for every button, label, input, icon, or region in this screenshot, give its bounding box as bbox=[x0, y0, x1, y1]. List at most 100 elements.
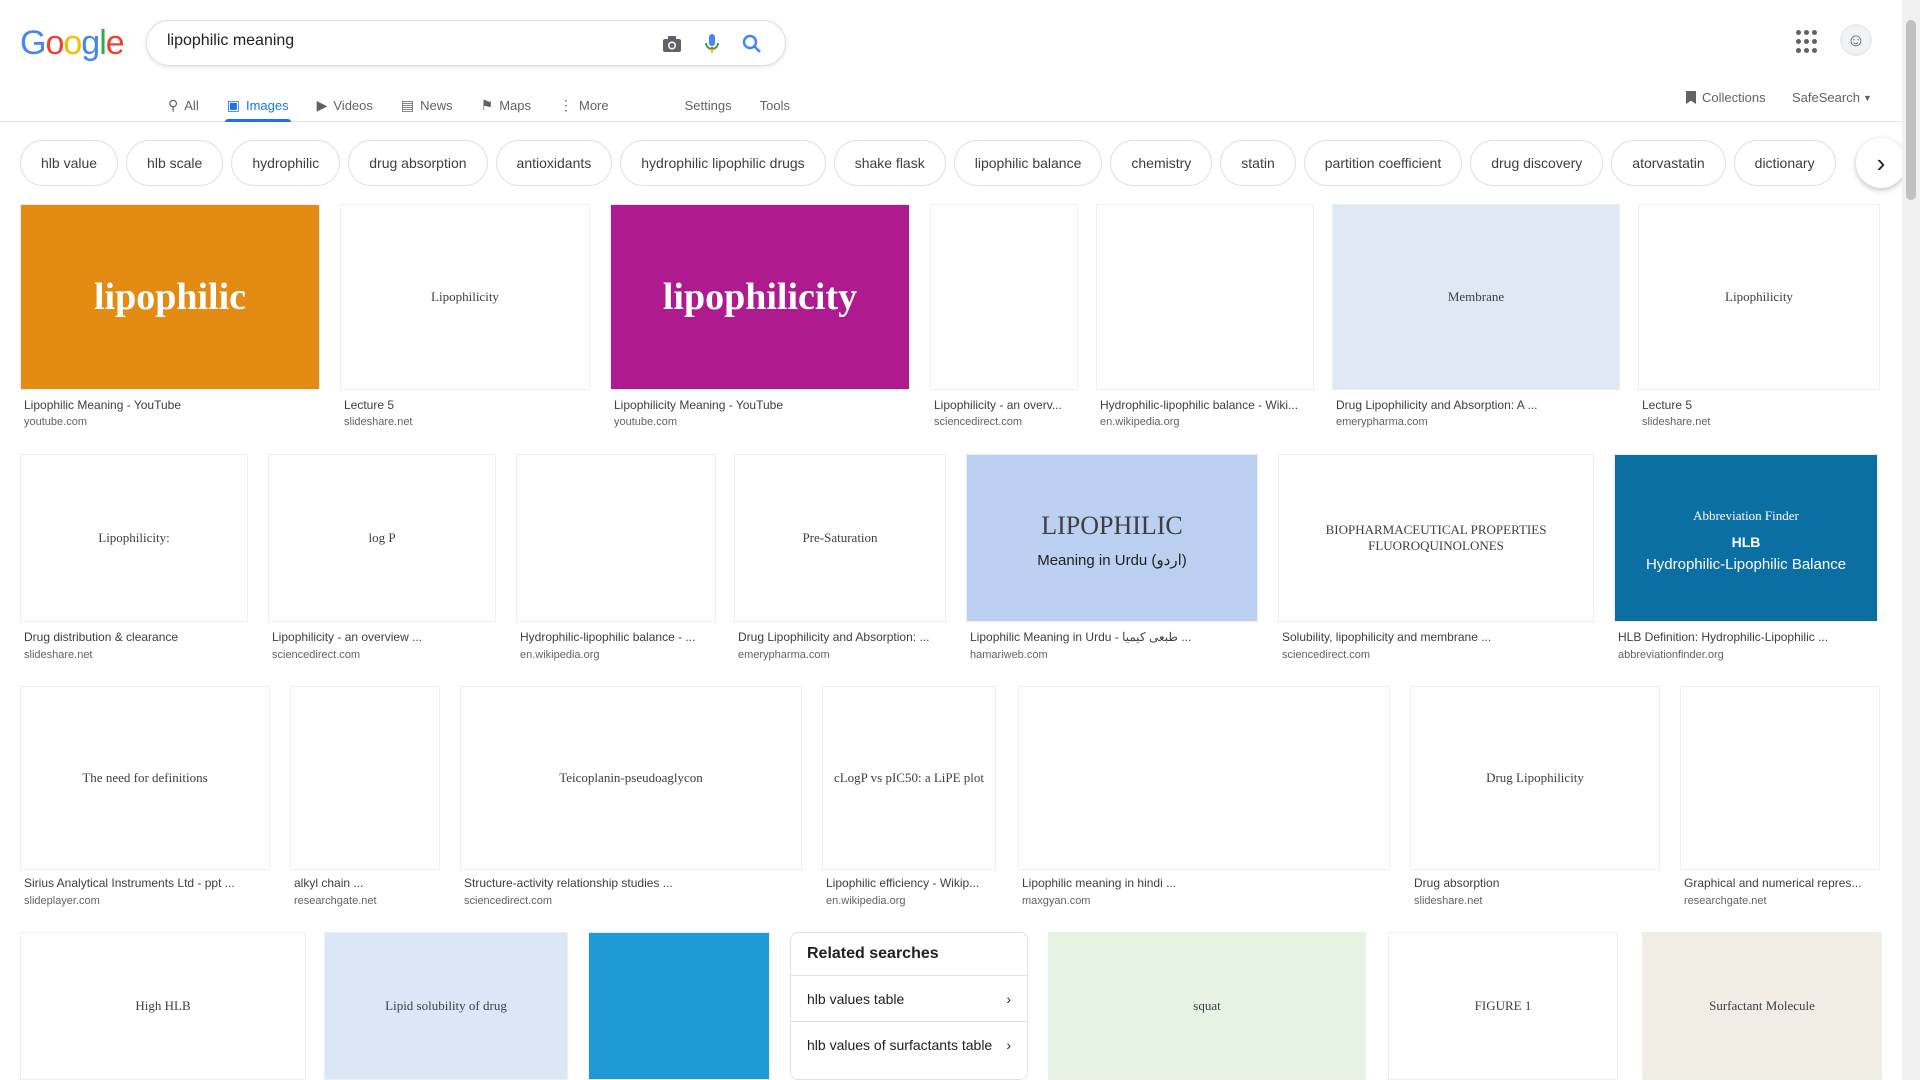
result-title[interactable]: Lipophilic meaning in hindi ... bbox=[1022, 876, 1386, 890]
image-result[interactable]: Hydrophilic-lipophilic balance - ... en.w… bbox=[516, 454, 716, 673]
related-search-item[interactable]: hlb values table › bbox=[791, 975, 1027, 1021]
image-result[interactable]: Lipophilic meaning in hindi ... maxgyan.c… bbox=[1018, 686, 1390, 919]
image-result[interactable]: cLogP vs pIC50: a LiPE plot Lipophilic ef… bbox=[822, 686, 996, 919]
result-thumbnail[interactable]: squat bbox=[1048, 932, 1366, 1080]
image-result[interactable]: Pre-Saturation Drug Lipophilicity and Abs… bbox=[734, 454, 946, 673]
chip[interactable]: hlb scale bbox=[126, 140, 224, 186]
tab-maps[interactable]: ⚑ Maps bbox=[479, 88, 533, 122]
image-result[interactable]: Drug Lipophilicity Drug absorption slidesh… bbox=[1410, 686, 1660, 919]
result-title[interactable]: Drug distribution & clearance bbox=[24, 630, 244, 644]
result-title[interactable]: Solubility, lipophilicity and membrane .… bbox=[1282, 630, 1590, 644]
result-title[interactable]: Drug absorption bbox=[1414, 876, 1656, 890]
search-box[interactable] bbox=[146, 20, 786, 66]
result-thumbnail[interactable]: Surfactant Molecule bbox=[1642, 932, 1882, 1080]
image-result[interactable]: Surfactant Molecule bbox=[1642, 932, 1882, 1080]
result-thumbnail[interactable] bbox=[516, 454, 716, 622]
chip[interactable]: drug discovery bbox=[1470, 140, 1604, 186]
result-thumbnail[interactable] bbox=[930, 204, 1078, 390]
tab-videos[interactable]: ▶ Videos bbox=[315, 88, 375, 122]
image-result[interactable]: log P Lipophilicity - an overview ... scie… bbox=[268, 454, 496, 673]
result-thumbnail[interactable]: Lipophilicity bbox=[340, 204, 590, 390]
image-result[interactable]: Lipophilicity Lecture 5 slideshare.net bbox=[1638, 204, 1880, 440]
result-title[interactable]: HLB Definition: Hydrophilic-Lipophilic .… bbox=[1618, 630, 1874, 644]
chip[interactable]: statin bbox=[1220, 140, 1296, 186]
result-thumbnail[interactable]: Membrane bbox=[1332, 204, 1620, 390]
image-result[interactable]: FIGURE 1 bbox=[1388, 932, 1618, 1080]
result-thumbnail[interactable]: lipophilicity bbox=[610, 204, 910, 390]
chip[interactable]: shake flask bbox=[833, 140, 946, 186]
image-result[interactable]: Teicoplanin-pseudoaglycon Structure-activ… bbox=[460, 686, 802, 919]
result-thumbnail[interactable]: BIOPHARMACEUTICAL PROPERTIES FLUOROQUINO… bbox=[1278, 454, 1594, 622]
safesearch-menu[interactable]: SafeSearch ▼ bbox=[1792, 90, 1872, 105]
image-result[interactable]: BIOPHARMACEUTICAL PROPERTIES FLUOROQUINO… bbox=[1278, 454, 1594, 673]
image-result[interactable]: lipophilicity Lipophilicity Meaning - You… bbox=[610, 204, 910, 440]
result-thumbnail[interactable]: Abbreviation Finder HLB Hydrophilic-Lipoph… bbox=[1614, 454, 1878, 622]
search-input[interactable] bbox=[167, 32, 627, 50]
result-thumbnail[interactable]: Drug Lipophilicity bbox=[1410, 686, 1660, 870]
result-thumbnail[interactable]: cLogP vs pIC50: a LiPE plot bbox=[822, 686, 996, 870]
result-title[interactable]: Lipophilic efficiency - Wikip... bbox=[826, 876, 992, 890]
image-result[interactable]: lipophilic Lipophilic Meaning - YouTube yo… bbox=[20, 204, 320, 440]
image-result[interactable]: Membrane Drug Lipophilicity and Absorptio… bbox=[1332, 204, 1620, 440]
chip[interactable]: hydrophilic lipophilic drugs bbox=[620, 140, 826, 186]
result-title[interactable]: Lipophilic Meaning in Urdu - طبعی کیمیا … bbox=[970, 630, 1254, 644]
result-title[interactable]: Lipophilic Meaning - YouTube bbox=[24, 398, 316, 412]
avatar[interactable]: ☺ bbox=[1840, 24, 1872, 56]
image-result[interactable]: Abbreviation Finder HLB Hydrophilic-Lipoph… bbox=[1614, 454, 1878, 673]
result-title[interactable]: Lipophilicity - an overview ... bbox=[272, 630, 492, 644]
chip[interactable]: atorvastatin bbox=[1611, 140, 1726, 186]
camera-icon[interactable] bbox=[659, 31, 685, 57]
image-result[interactable]: Lipophilicity: Drug distribution & cleara… bbox=[20, 454, 248, 673]
tab-more[interactable]: ⋮ More bbox=[557, 88, 611, 122]
result-title[interactable]: Graphical and numerical repres... bbox=[1684, 876, 1876, 890]
image-result[interactable]: alkyl chain ... researchgate.net bbox=[290, 686, 440, 919]
result-thumbnail[interactable]: Lipid solubility of drug bbox=[324, 932, 568, 1080]
result-thumbnail[interactable] bbox=[290, 686, 440, 870]
chip[interactable]: drug absorption bbox=[348, 140, 488, 186]
image-result[interactable]: Lipophilicity - an overv... sciencedirect… bbox=[930, 204, 1078, 440]
result-thumbnail[interactable]: High HLB bbox=[20, 932, 306, 1080]
settings-link[interactable]: Settings bbox=[683, 88, 734, 122]
image-result[interactable]: Hydrophilic-lipophilic balance - Wiki...… bbox=[1096, 204, 1314, 440]
result-thumbnail[interactable] bbox=[1096, 204, 1314, 390]
tools-link[interactable]: Tools bbox=[758, 88, 792, 122]
result-title[interactable]: alkyl chain ... bbox=[294, 876, 436, 890]
image-result[interactable]: Lipid solubility of drug bbox=[324, 932, 568, 1080]
result-thumbnail[interactable]: LIPOPHILIC Meaning in Urdu (اردو) bbox=[966, 454, 1258, 622]
chip[interactable]: hydrophilic bbox=[231, 140, 341, 186]
result-title[interactable]: Lipophilicity - an overv... bbox=[934, 398, 1074, 412]
collections-link[interactable]: Collections bbox=[1686, 90, 1766, 105]
search-icon[interactable] bbox=[739, 31, 765, 57]
result-thumbnail[interactable] bbox=[1018, 686, 1390, 870]
result-title[interactable]: Drug Lipophilicity and Absorption: ... bbox=[738, 630, 942, 644]
chip[interactable]: antioxidants bbox=[495, 140, 613, 186]
result-thumbnail[interactable]: lipophilic bbox=[20, 204, 320, 390]
result-thumbnail[interactable] bbox=[1680, 686, 1880, 870]
image-result[interactable]: Graphical and numerical repres... researc… bbox=[1680, 686, 1880, 919]
chip[interactable]: dictionary bbox=[1733, 140, 1836, 186]
result-title[interactable]: Hydrophilic-lipophilic balance - ... bbox=[520, 630, 712, 644]
result-thumbnail[interactable]: Lipophilicity: bbox=[20, 454, 248, 622]
result-thumbnail[interactable] bbox=[588, 932, 770, 1080]
result-title[interactable]: Lipophilicity Meaning - YouTube bbox=[614, 398, 906, 412]
google-logo[interactable]: Google bbox=[20, 24, 125, 63]
image-result[interactable]: LIPOPHILIC Meaning in Urdu (اردو) Lipophil… bbox=[966, 454, 1258, 673]
chip[interactable]: partition coefficient bbox=[1303, 140, 1463, 186]
result-title[interactable]: Sirius Analytical Instruments Ltd - ppt … bbox=[24, 876, 266, 890]
apps-icon[interactable] bbox=[1796, 30, 1820, 54]
result-thumbnail[interactable]: Pre-Saturation bbox=[734, 454, 946, 622]
chevron-right-icon[interactable]: › bbox=[1856, 138, 1906, 188]
result-title[interactable]: Lecture 5 bbox=[1642, 398, 1876, 412]
result-thumbnail[interactable]: log P bbox=[268, 454, 496, 622]
result-title[interactable]: Drug Lipophilicity and Absorption: A ... bbox=[1336, 398, 1616, 412]
image-result[interactable]: High HLB bbox=[20, 932, 306, 1080]
result-thumbnail[interactable]: Lipophilicity bbox=[1638, 204, 1880, 390]
result-thumbnail[interactable]: The need for definitions bbox=[20, 686, 270, 870]
tab-images[interactable]: ▣ Images bbox=[224, 88, 291, 122]
image-result[interactable] bbox=[588, 932, 770, 1080]
related-search-item[interactable]: hlb values of surfactants table › bbox=[791, 1021, 1027, 1067]
tab-news[interactable]: ▤ News bbox=[399, 88, 455, 122]
chip[interactable]: chemistry bbox=[1110, 140, 1213, 186]
chip[interactable]: hlb value bbox=[20, 140, 119, 186]
scrollbar[interactable] bbox=[1902, 0, 1920, 1080]
